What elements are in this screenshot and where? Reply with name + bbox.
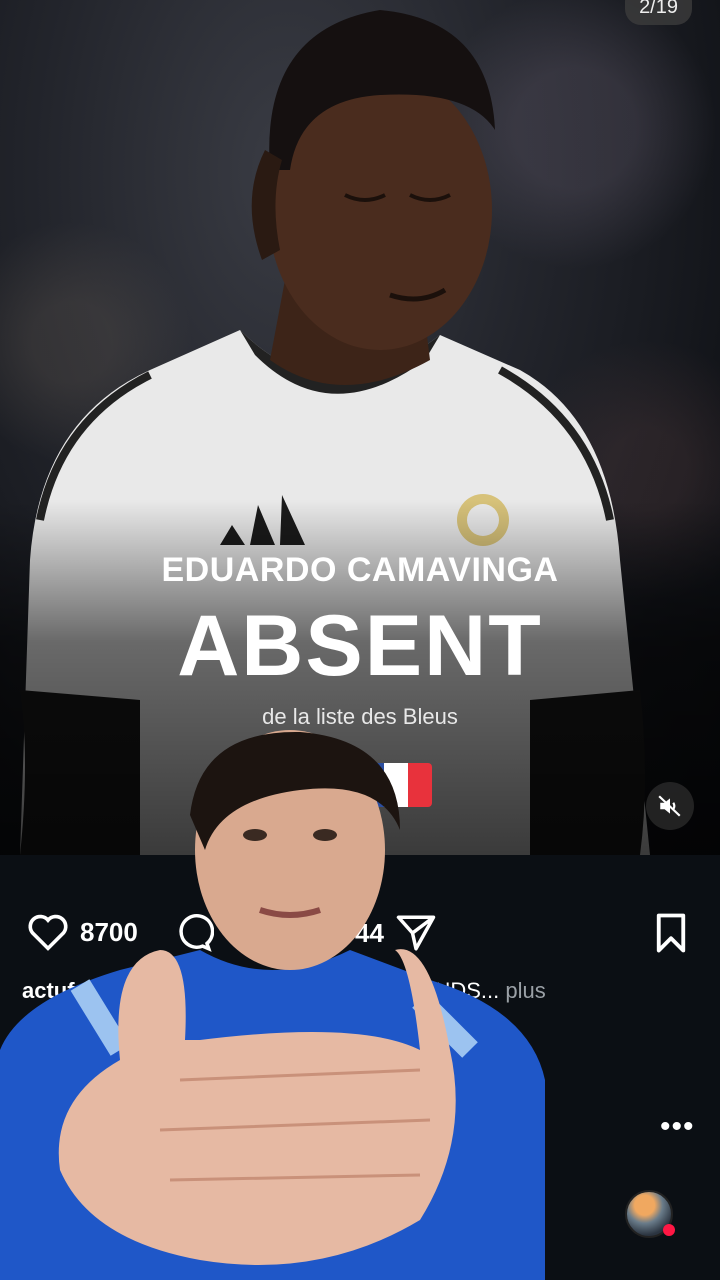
speaker-muted-icon: [658, 795, 681, 817]
save-button[interactable]: [652, 912, 690, 954]
creator-video-overlay: [0, 730, 545, 1280]
mute-button[interactable]: [646, 782, 694, 830]
live-indicator-dot: [663, 1224, 675, 1236]
more-options-button[interactable]: •••: [660, 1110, 695, 1144]
headline-name: EDUARDO CAMAVINGA: [161, 551, 559, 589]
headline-status: ABSENT: [177, 598, 543, 694]
bookmark-icon: [656, 913, 686, 953]
more-dots-icon: •••: [660, 1110, 695, 1143]
carousel-counter: 2/19: [625, 0, 692, 25]
